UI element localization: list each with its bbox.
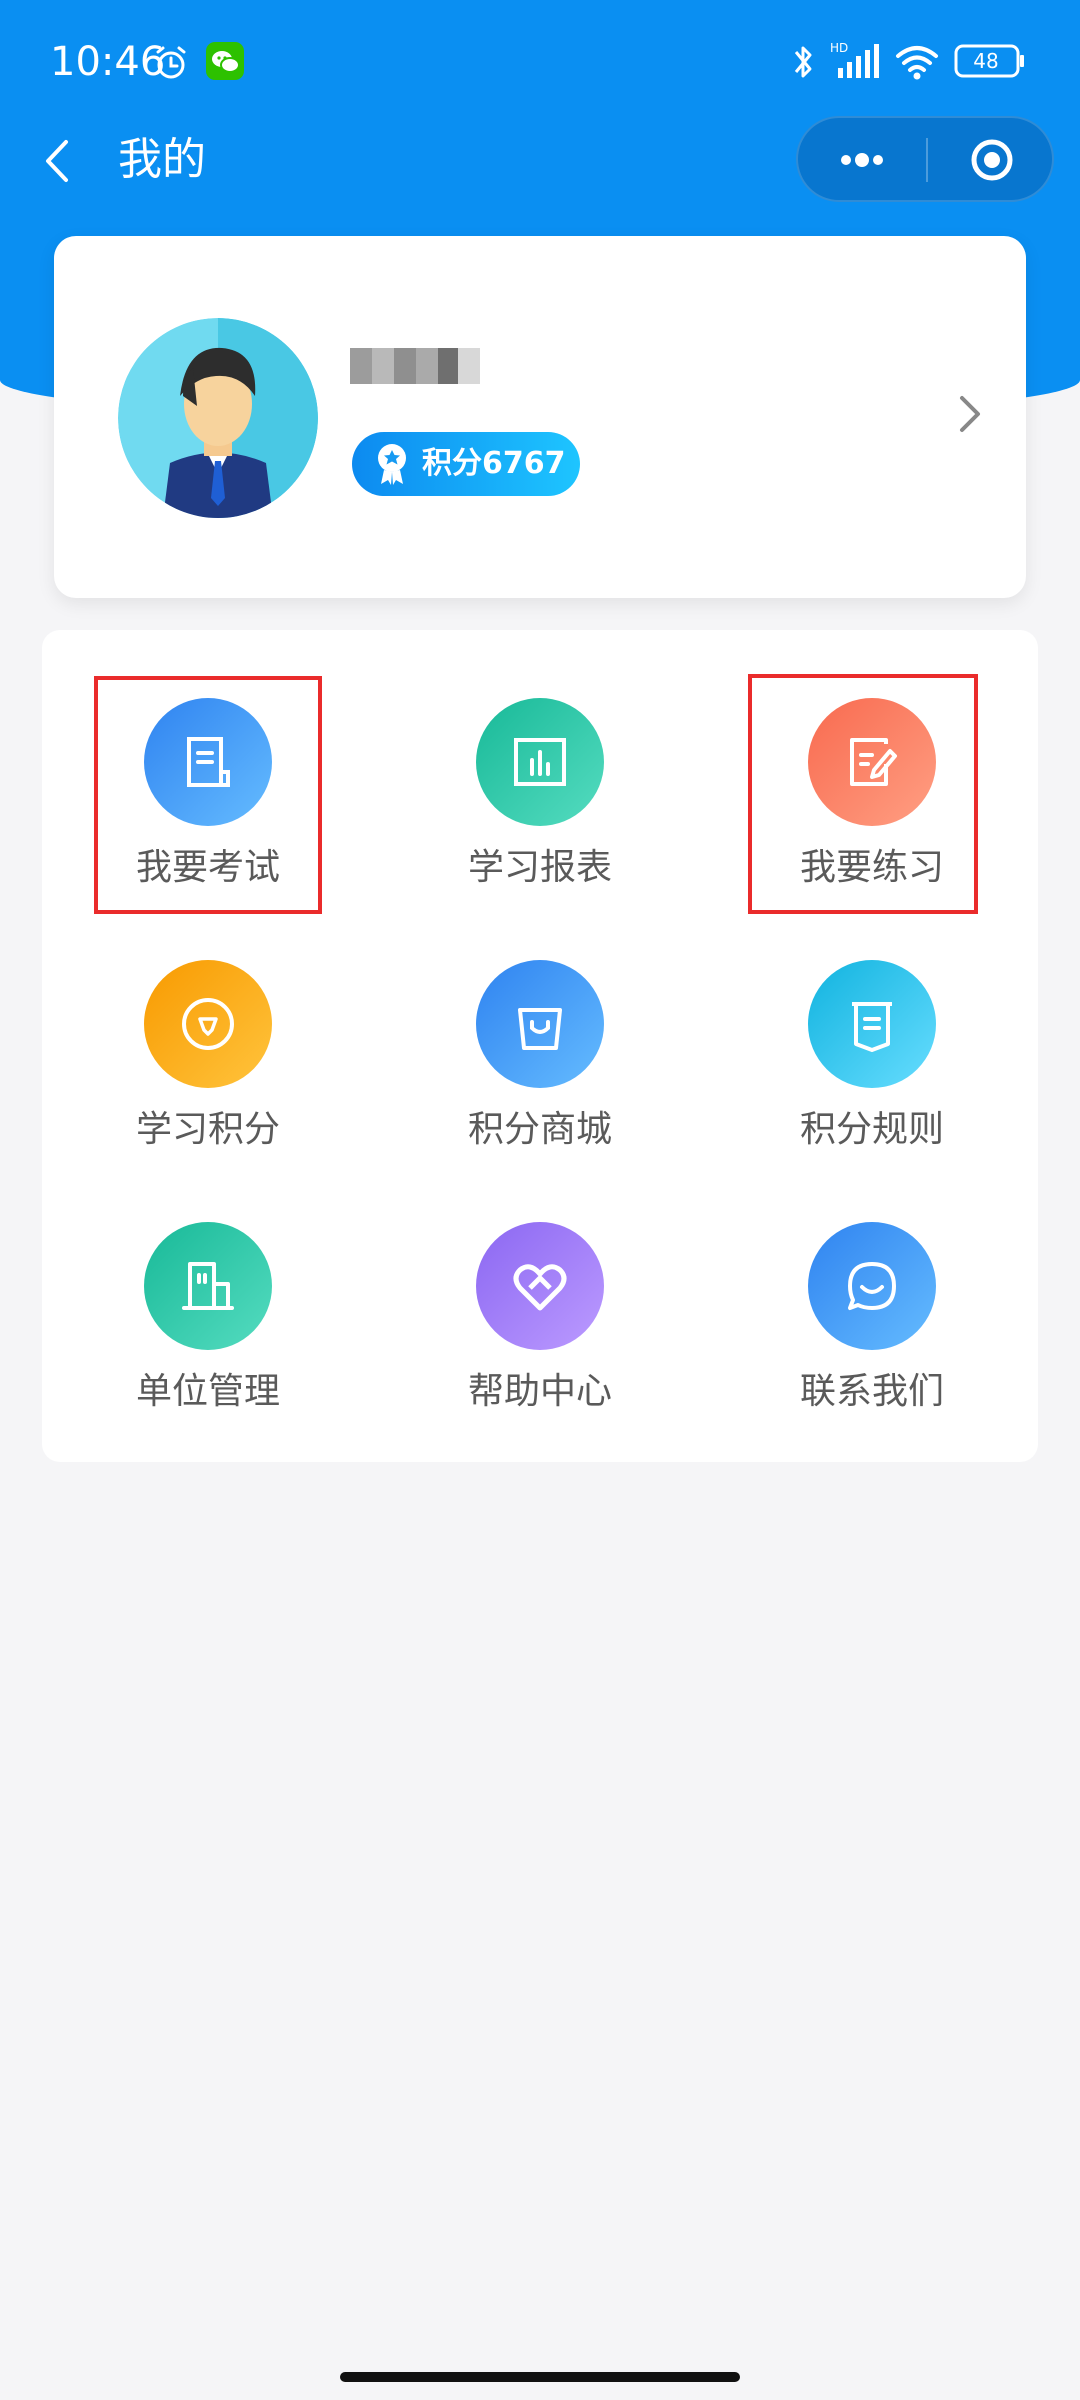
menu-item-points-rules[interactable]: 积分规则 [762,936,982,1162]
menu-item-label: 我要练习 [799,847,944,888]
network-label: HD [830,41,848,55]
close-mini-program-icon[interactable] [966,134,1018,186]
username-blurred [350,348,480,384]
more-options-icon[interactable] [826,134,898,186]
menu-item-help-center[interactable]: 帮助中心 [430,1198,650,1424]
menu-item-label: 帮助中心 [467,1371,612,1412]
profile-card[interactable]: 积分6767 [54,236,1026,598]
building-icon [182,1262,234,1310]
exam-doc-icon [187,737,230,787]
rules-scroll-icon [852,1002,892,1052]
report-icon-circle [476,698,604,826]
medal-icon [378,444,406,485]
contact-icon-circle [808,1222,936,1350]
shopping-bag-icon [518,1008,562,1050]
avatar [118,318,318,518]
menu-item-label: 联系我们 [799,1371,944,1412]
capsule-divider [926,138,928,182]
unit-icon-circle [144,1222,272,1350]
chevron-right-icon [960,396,980,432]
practice-icon-circle [808,698,936,826]
menu-item-unit-management[interactable]: 单位管理 [98,1198,318,1424]
mall-icon-circle [476,960,604,1088]
wifi-icon [896,46,938,80]
diamond-icon [182,998,234,1050]
practice-edit-icon [850,738,897,786]
status-bar: 10:46 HD 48 [0,0,1080,120]
alarm-clock-icon [156,46,186,79]
menu-item-exam[interactable]: 我要考试 [98,674,318,900]
menu-item-learning-points[interactable]: 学习积分 [98,936,318,1162]
menu-item-label: 学习报表 [467,847,612,888]
points-icon-circle [144,960,272,1088]
navigation-bar: 我的 [0,110,1080,210]
home-indicator[interactable] [340,2372,740,2382]
page-title: 我的 [118,134,206,185]
wechat-icon [206,42,244,80]
heart-help-icon [513,1264,567,1311]
menu-item-label: 我要考试 [135,847,280,888]
status-time: 10:46 [50,39,166,85]
help-icon-circle [476,1222,604,1350]
menu-item-points-mall[interactable]: 积分商城 [430,936,650,1162]
points-label: 积分6767 [422,446,566,481]
menu-item-label: 单位管理 [135,1371,280,1412]
rules-icon-circle [808,960,936,1088]
back-arrow-icon[interactable] [38,134,78,188]
bluetooth-icon [794,46,812,78]
battery-level: 48 [973,49,999,73]
cellular-signal-icon: HD [830,41,879,78]
menu-item-label: 学习积分 [135,1109,280,1150]
menu-item-practice[interactable]: 我要练习 [762,674,982,900]
points-badge: 积分6767 [352,432,580,496]
report-chart-icon [514,738,566,786]
mini-program-capsule [796,116,1054,202]
exam-icon-circle [144,698,272,826]
menu-item-label: 积分规则 [799,1109,944,1150]
menu-item-label: 积分商城 [467,1109,612,1150]
menu-item-contact-us[interactable]: 联系我们 [762,1198,982,1424]
menu-grid: 我要考试 学习报表 我要练习 学习积分 积分商城 积分规则 单位管理 帮助中心 … [42,630,1038,1462]
chat-bubble-icon [848,1262,896,1310]
menu-item-learning-report[interactable]: 学习报表 [430,674,650,900]
